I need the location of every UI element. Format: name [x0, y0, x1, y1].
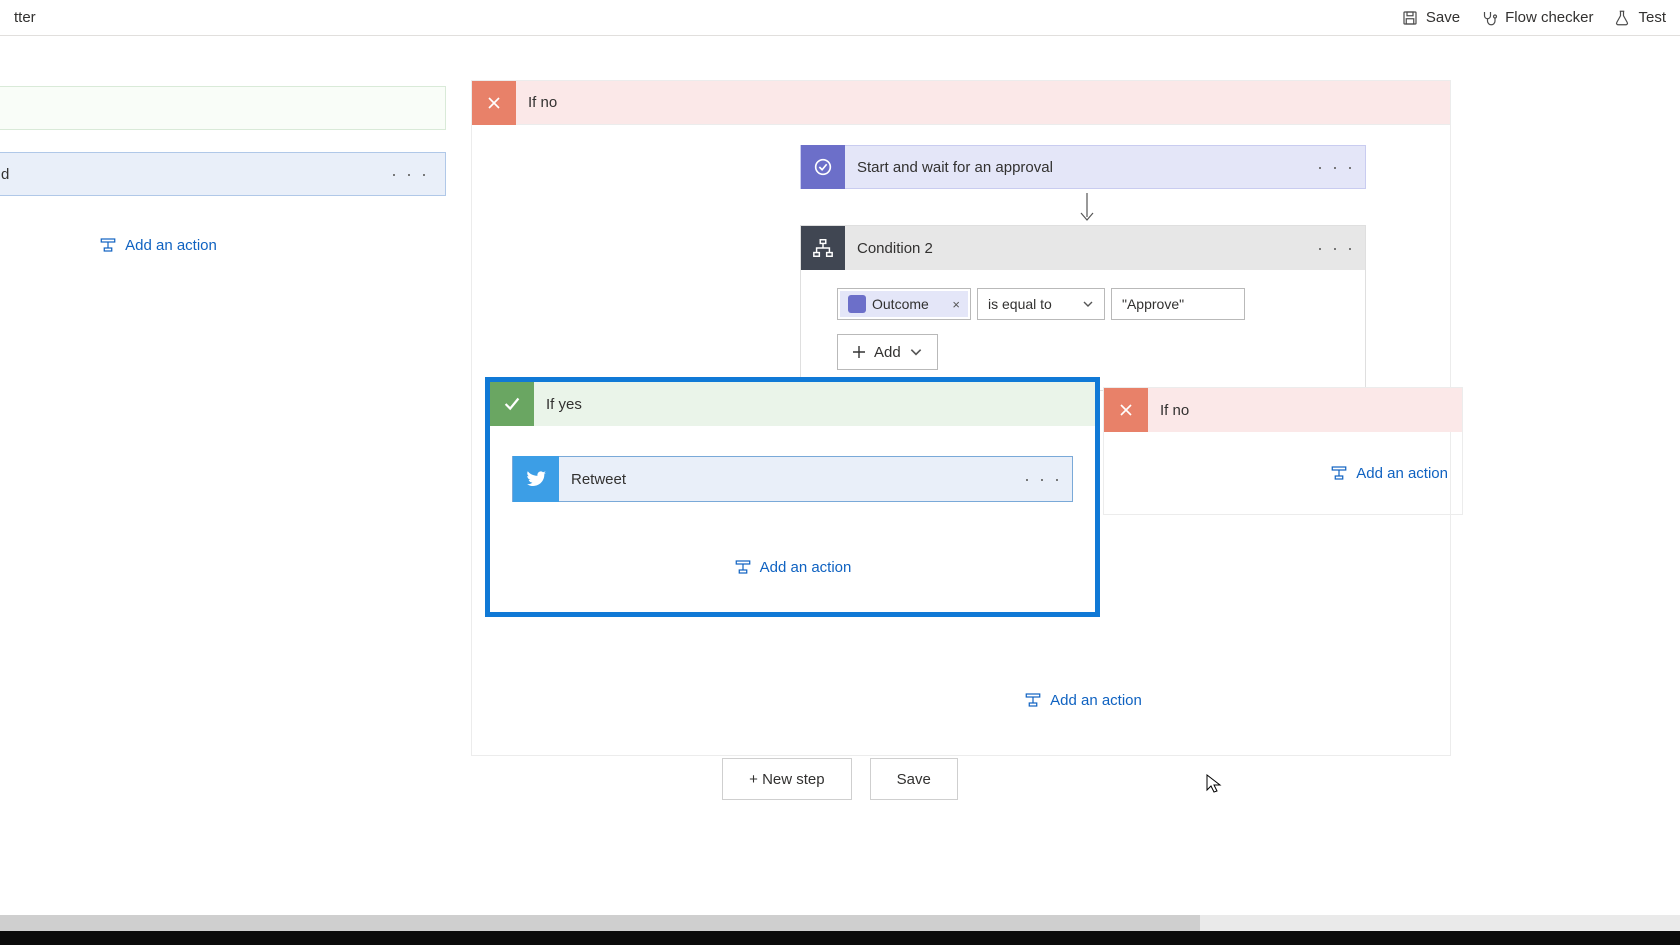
if-no-container: If no Add an action	[1103, 387, 1463, 515]
flow-checker-label: Flow checker	[1505, 9, 1593, 26]
bottom-save-button[interactable]: Save	[870, 758, 958, 800]
cross-icon	[1104, 388, 1148, 432]
remove-token-icon[interactable]: ×	[952, 297, 960, 312]
chevron-down-icon	[1082, 298, 1094, 310]
left-action-text-fragment: d	[1, 166, 9, 183]
outer-if-no-label: If no	[528, 94, 557, 111]
test-button[interactable]: Test	[1613, 9, 1666, 27]
flow-checker-button[interactable]: Flow checker	[1480, 9, 1593, 27]
save-button[interactable]: Save	[1401, 9, 1460, 27]
if-no-label: If no	[1160, 402, 1189, 419]
scrollbar-thumb[interactable]	[0, 915, 1200, 931]
if-no-header[interactable]: If no	[1104, 388, 1462, 432]
more-icon[interactable]: · · ·	[1014, 469, 1072, 490]
condition-token-label: Outcome	[872, 296, 929, 312]
test-label: Test	[1638, 9, 1666, 26]
cross-icon	[472, 81, 516, 125]
condition-operator-select[interactable]: is equal to	[977, 288, 1105, 320]
if-yes-add-action-label: Add an action	[760, 559, 852, 576]
retweet-action-label: Retweet	[571, 471, 1014, 488]
more-icon[interactable]: · · ·	[385, 164, 435, 185]
bottom-edge-strip	[0, 931, 1680, 945]
approval-action-label: Start and wait for an approval	[857, 159, 1307, 176]
plus-icon	[852, 345, 866, 359]
add-action-icon	[1330, 464, 1348, 482]
approval-action-card[interactable]: Start and wait for an approval · · ·	[800, 145, 1366, 189]
add-action-icon	[734, 558, 752, 576]
horizontal-scrollbar[interactable]	[0, 915, 1680, 931]
new-step-label: + New step	[749, 771, 824, 788]
flask-icon	[1613, 9, 1631, 27]
outer-if-no-header[interactable]: If no	[472, 81, 1450, 125]
left-ifyes-header-partial	[0, 86, 446, 130]
outer-add-action-button[interactable]: Add an action	[800, 691, 1366, 709]
if-no-add-action-label: Add an action	[1356, 465, 1448, 482]
check-icon	[490, 382, 534, 426]
condition-value-text: "Approve"	[1122, 296, 1184, 312]
retweet-action-card[interactable]: Retweet · · ·	[512, 456, 1073, 502]
condition-label: Condition 2	[857, 240, 1307, 257]
token-icon	[848, 295, 866, 313]
left-add-action-button[interactable]: Add an action	[0, 236, 446, 254]
add-action-icon	[1024, 691, 1042, 709]
if-yes-add-action-button[interactable]: Add an action	[512, 558, 1073, 576]
stethoscope-icon	[1480, 9, 1498, 27]
condition-card: Condition 2 · · · Outcome × i	[800, 225, 1366, 391]
if-yes-container: If yes Retweet · · · Add an action	[485, 377, 1100, 617]
condition-header[interactable]: Condition 2 · · ·	[801, 226, 1365, 270]
flow-title-fragment: tter	[14, 9, 36, 26]
if-yes-header[interactable]: If yes	[490, 382, 1095, 426]
new-step-button[interactable]: + New step	[722, 758, 851, 800]
bottom-button-row: + New step Save	[0, 758, 1680, 800]
condition-add-button[interactable]: Add	[837, 334, 938, 370]
flow-arrow-icon	[1077, 193, 1097, 223]
condition-add-label: Add	[874, 344, 901, 361]
save-icon	[1401, 9, 1419, 27]
left-add-action-label: Add an action	[125, 237, 217, 254]
chevron-down-icon	[909, 345, 923, 359]
add-action-icon	[99, 236, 117, 254]
save-label: Save	[1426, 9, 1460, 26]
twitter-icon	[513, 456, 559, 502]
condition-value-input[interactable]: "Approve"	[1111, 288, 1245, 320]
more-icon[interactable]: · · ·	[1307, 238, 1365, 259]
left-action-card-partial[interactable]: d · · ·	[0, 152, 446, 196]
approval-icon	[801, 145, 845, 189]
if-no-add-action-button[interactable]: Add an action	[1330, 464, 1448, 482]
condition-left-operand[interactable]: Outcome ×	[837, 288, 971, 320]
outer-add-action-label: Add an action	[1050, 692, 1142, 709]
if-yes-label: If yes	[546, 396, 582, 413]
condition-icon	[801, 226, 845, 270]
more-icon[interactable]: · · ·	[1307, 157, 1365, 178]
top-toolbar: tter Save Flow checker Test	[0, 0, 1680, 36]
bottom-save-label: Save	[897, 771, 931, 788]
outer-if-no-container: If no Start and wait for an approval · ·…	[471, 80, 1451, 756]
condition-operator-label: is equal to	[988, 296, 1052, 312]
